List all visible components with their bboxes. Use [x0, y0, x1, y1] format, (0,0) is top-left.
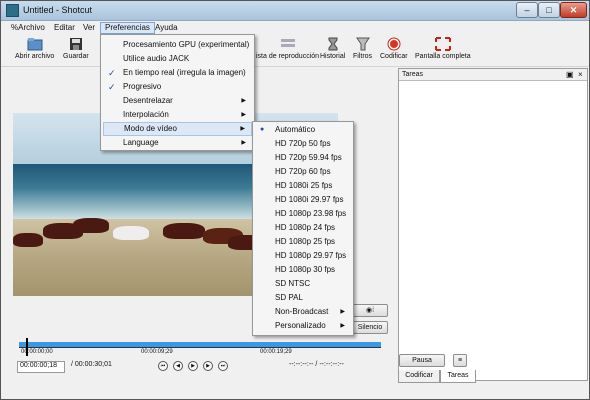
minimize-button[interactable]: –: [516, 2, 538, 18]
video-mode-option[interactable]: SD PAL: [255, 291, 351, 305]
menu-video-mode[interactable]: Modo de vídeo ▶: [103, 122, 252, 136]
tasks-panel: Tareas ▣ ×: [398, 68, 588, 381]
funnel-icon: [355, 37, 370, 51]
position-field[interactable]: 00:00:00;18: [17, 361, 65, 373]
window-title: Untitled - Shotcut: [23, 5, 93, 15]
menu-archivo[interactable]: %Archivo: [7, 22, 49, 34]
menu-realtime[interactable]: ✓ En tiempo real (irregula la imagen): [103, 66, 252, 80]
video-mode-option[interactable]: HD 720p 59.94 fps: [255, 151, 351, 165]
submenu-arrow-icon: ▶: [241, 140, 246, 146]
timeline-mark: 00:00:09;29: [141, 349, 173, 355]
video-mode-custom[interactable]: Personalizado ▶: [255, 319, 351, 333]
playlist-icon: [280, 39, 295, 47]
video-mode-option[interactable]: HD 1080i 25 fps: [255, 179, 351, 193]
menu-editar[interactable]: Editar: [50, 22, 79, 34]
tasks-panel-header: Tareas ▣ ×: [399, 69, 587, 81]
history-button[interactable]: Historial: [320, 37, 345, 60]
filters-button[interactable]: Filtros: [353, 37, 372, 60]
video-mode-option[interactable]: HD 1080p 29.97 fps: [255, 249, 351, 263]
floppy-icon: [69, 38, 82, 50]
submenu-arrow-icon: ▶: [240, 126, 245, 132]
video-mode-option[interactable]: HD 1080p 25 fps: [255, 235, 351, 249]
video-mode-option[interactable]: HD 1080p 23.98 fps: [255, 207, 351, 221]
app-icon: [6, 4, 19, 17]
playlist-label: ista de reproducción: [256, 53, 320, 60]
tasks-panel-title: Tareas: [402, 71, 424, 78]
menu-bar: %Archivo Editar Ver Preferencias Ayuda: [1, 21, 589, 35]
video-mode-automatico[interactable]: ● Automático: [255, 123, 351, 137]
save-button[interactable]: Guardar: [63, 37, 89, 60]
volume-button[interactable]: ◉⁞: [352, 304, 388, 317]
play-icon[interactable]: ▶: [188, 361, 198, 371]
open-file-button[interactable]: Abrir archivo: [15, 37, 54, 60]
preferences-menu: Procesamiento GPU (experimental) Utilice…: [100, 34, 255, 151]
maximize-button[interactable]: □: [538, 2, 560, 18]
video-mode-option[interactable]: HD 1080i 29.97 fps: [255, 193, 351, 207]
filters-label: Filtros: [353, 53, 373, 60]
menu-deinterlace[interactable]: Desentrelazar ▶: [103, 94, 252, 108]
playhead[interactable]: [26, 338, 28, 356]
horse: [13, 233, 43, 247]
menu-ayuda[interactable]: Ayuda: [151, 22, 182, 34]
skip-end-icon[interactable]: ⏭: [218, 361, 228, 371]
video-mode-option[interactable]: HD 720p 60 fps: [255, 165, 351, 179]
horse: [73, 218, 109, 233]
tasks-menu-icon[interactable]: ≡: [453, 354, 467, 367]
horse: [163, 223, 205, 239]
in-out-label: --:--:--:-- / --:--:--:--: [289, 361, 344, 368]
status-bar: [1, 385, 589, 399]
fullscreen-label: Pantalla completa: [415, 53, 471, 60]
video-mode-option[interactable]: HD 720p 50 fps: [255, 137, 351, 151]
tab-tareas[interactable]: Tareas: [440, 370, 476, 383]
title-bar: Untitled - Shotcut – □ ✕: [1, 1, 589, 21]
video-mode-submenu: ● Automático HD 720p 50 fps HD 720p 59.9…: [252, 121, 354, 336]
float-panel-icon[interactable]: ▣: [566, 70, 574, 79]
radio-selected-icon: ●: [260, 126, 265, 133]
record-icon: [387, 37, 401, 51]
mute-button[interactable]: Silencio: [352, 321, 388, 334]
horse: [113, 226, 149, 240]
timeline-scale: 00:00:00;00 00:00:09;29 00:00:19;29: [19, 347, 381, 356]
menu-gpu-processing[interactable]: Procesamiento GPU (experimental): [103, 38, 252, 52]
history-label: Historial: [320, 53, 346, 60]
duration-label: / 00:00:30;01: [71, 361, 112, 368]
submenu-arrow-icon: ▶: [340, 309, 345, 315]
toolbar: Abrir archivo Guardar ista de reproducci…: [1, 35, 589, 67]
close-panel-icon[interactable]: ×: [578, 70, 583, 79]
timeline-mark: 00:00:19;29: [260, 349, 292, 355]
menu-ver[interactable]: Ver: [79, 22, 99, 34]
speaker-icon: ◉⁞: [365, 307, 375, 314]
submenu-arrow-icon: ▶: [241, 98, 246, 104]
menu-preferencias[interactable]: Preferencias: [100, 22, 155, 34]
menu-language[interactable]: Language ▶: [103, 136, 252, 150]
close-button[interactable]: ✕: [560, 2, 587, 18]
video-mode-option[interactable]: HD 1080p 24 fps: [255, 221, 351, 235]
video-mode-option[interactable]: SD NTSC: [255, 277, 351, 291]
encode-label: Codificar: [380, 53, 408, 60]
rewind-icon[interactable]: ◀: [173, 361, 183, 371]
video-mode-non-broadcast[interactable]: Non-Broadcast ▶: [255, 305, 351, 319]
main-window: Untitled - Shotcut – □ ✕ %Archivo Editar…: [0, 0, 590, 400]
menu-progressive[interactable]: ✓ Progresivo: [103, 80, 252, 94]
tab-codificar[interactable]: Codificar: [398, 370, 440, 383]
pause-button[interactable]: Pausa: [399, 354, 445, 367]
fast-forward-icon[interactable]: ▶: [203, 361, 213, 371]
folder-icon: [27, 38, 43, 51]
skip-start-icon[interactable]: ⏮: [158, 361, 168, 371]
playlist-button[interactable]: ista de reproducción: [256, 37, 319, 60]
menu-interpolation[interactable]: Interpolación ▶: [103, 108, 252, 122]
check-icon: ✓: [108, 82, 116, 92]
save-label: Guardar: [63, 53, 89, 60]
video-mode-option[interactable]: HD 1080p 30 fps: [255, 263, 351, 277]
submenu-arrow-icon: ▶: [241, 112, 246, 118]
open-file-label: Abrir archivo: [15, 53, 55, 60]
fullscreen-icon: [434, 37, 451, 51]
fullscreen-button[interactable]: Pantalla completa: [415, 37, 471, 60]
hourglass-icon: [328, 37, 338, 51]
timeline-ruler[interactable]: 00:00:00;00 00:00:09;29 00:00:19;29: [19, 338, 381, 356]
menu-jack-audio[interactable]: Utilice audio JACK: [103, 52, 252, 66]
check-icon: ✓: [108, 68, 116, 78]
submenu-arrow-icon: ▶: [340, 323, 345, 329]
encode-button[interactable]: Codificar: [380, 37, 408, 60]
